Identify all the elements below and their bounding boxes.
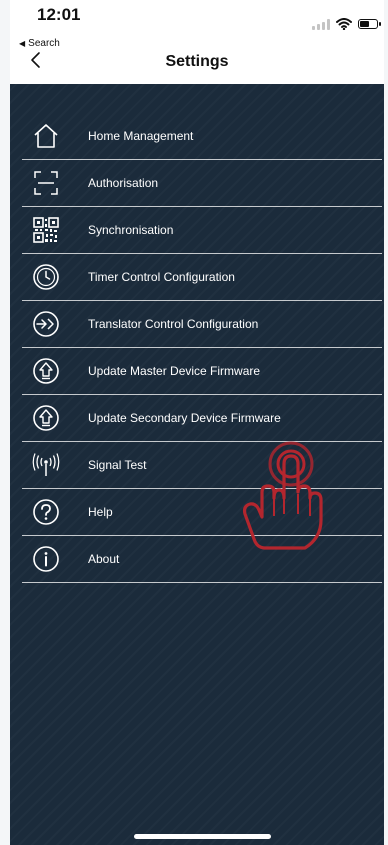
menu-item-label: Help — [88, 505, 113, 519]
question-icon — [32, 498, 60, 526]
phone-frame: 12:01 ◀ Search Settings Home Management … — [0, 0, 388, 845]
menu-item-authorisation[interactable]: Authorisation — [22, 160, 382, 207]
settings-menu: Home Management Authorisation Synchronis… — [10, 113, 384, 583]
home-indicator[interactable] — [134, 834, 271, 839]
menu-item-about[interactable]: About — [22, 536, 382, 583]
menu-item-home-management[interactable]: Home Management — [22, 113, 382, 160]
menu-item-label: Timer Control Configuration — [88, 270, 235, 284]
left-edge — [0, 0, 10, 845]
page-title: Settings — [165, 53, 229, 70]
info-icon — [32, 545, 60, 573]
menu-item-translator-control[interactable]: Translator Control Configuration — [22, 301, 382, 348]
navigation-bar: 12:01 ◀ Search Settings — [10, 0, 384, 84]
menu-item-timer-control[interactable]: Timer Control Configuration — [22, 254, 382, 301]
right-edge — [384, 0, 388, 845]
upload-arrow-icon — [32, 357, 60, 385]
qr-code-icon — [32, 216, 60, 244]
status-icons — [312, 18, 381, 30]
menu-item-label: Synchronisation — [88, 223, 174, 237]
menu-item-update-master-firmware[interactable]: Update Master Device Firmware — [22, 348, 382, 395]
back-to-app-link[interactable]: ◀ Search — [19, 38, 60, 49]
menu-item-label: About — [88, 552, 120, 566]
menu-item-label: Update Master Device Firmware — [88, 364, 261, 378]
menu-item-label: Home Management — [88, 129, 194, 143]
menu-item-update-secondary-firmware[interactable]: Update Secondary Device Firmware — [22, 395, 382, 442]
tap-hand-icon — [242, 441, 323, 550]
back-to-app-label: Search — [28, 38, 60, 49]
back-triangle-icon: ◀ — [19, 39, 26, 48]
scan-frame-icon — [32, 169, 60, 197]
menu-item-label: Update Secondary Device Firmware — [88, 411, 281, 425]
app-screen: 12:01 ◀ Search Settings Home Management … — [10, 0, 384, 845]
wifi-icon — [336, 18, 352, 30]
menu-item-label: Authorisation — [88, 176, 159, 190]
antenna-icon — [32, 451, 60, 479]
battery-fill — [360, 21, 370, 27]
menu-item-label: Translator Control Configuration — [88, 317, 259, 331]
menu-item-signal-test[interactable]: Signal Test — [22, 442, 382, 489]
clock-icon — [32, 263, 60, 291]
home-icon — [32, 122, 60, 150]
translator-icon — [32, 310, 60, 338]
menu-item-help[interactable]: Help — [22, 489, 382, 536]
upload-arrow-icon — [32, 404, 60, 432]
status-time: 12:01 — [37, 5, 81, 24]
menu-item-label: Signal Test — [88, 458, 147, 472]
menu-item-synchronisation[interactable]: Synchronisation — [22, 207, 382, 254]
cellular-signal-icon — [312, 18, 330, 30]
battery-icon — [358, 19, 381, 29]
